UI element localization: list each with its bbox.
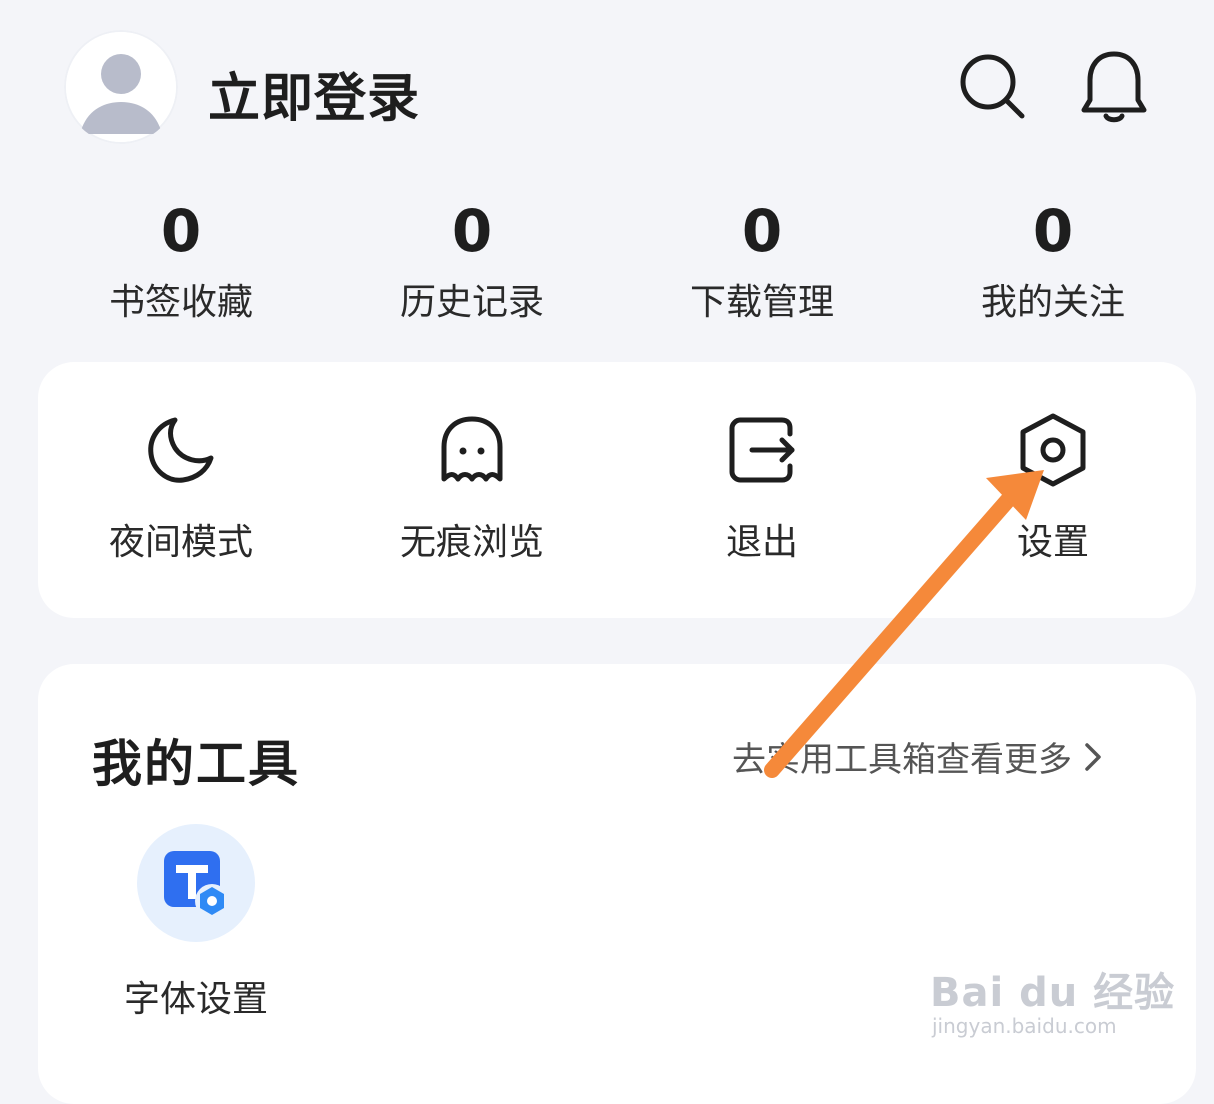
watermark-url: jingyan.baidu.com [932, 1014, 1117, 1038]
quick-action-label: 退出 [725, 522, 798, 563]
bell-icon [1081, 51, 1147, 123]
search-button[interactable] [954, 48, 1030, 124]
stat-label: 书签收藏 [108, 282, 253, 323]
stat-following[interactable]: 0 我的关注 [923, 196, 1183, 328]
stat-value: 0 [1032, 197, 1074, 265]
font-settings-tool[interactable] [137, 824, 255, 942]
tool-label: 字体设置 [123, 979, 268, 1020]
quick-action-label: 夜间模式 [108, 522, 253, 563]
search-icon [960, 54, 1025, 119]
notification-button[interactable] [1076, 48, 1152, 124]
login-button[interactable]: 立即登录 [208, 56, 420, 131]
chevron-right-icon [1085, 742, 1101, 771]
quick-action-label: 设置 [1016, 522, 1089, 563]
stat-label: 历史记录 [399, 282, 544, 323]
exit-icon [729, 417, 795, 483]
night-mode-button[interactable]: 夜间模式 [51, 410, 311, 568]
avatar[interactable] [64, 30, 178, 144]
exit-button[interactable]: 退出 [632, 410, 892, 568]
stat-value: 0 [741, 197, 783, 265]
watermark-brand: Bai du 经验 [930, 970, 1176, 1016]
ghost-icon [441, 416, 503, 482]
stat-label: 下载管理 [689, 282, 834, 323]
stat-label: 我的关注 [980, 282, 1125, 323]
incognito-button[interactable]: 无痕浏览 [342, 410, 602, 568]
tools-more-text: 去实用工具箱查看更多 [732, 740, 1072, 780]
settings-hexagon-icon [1020, 413, 1086, 487]
tools-section-title: 我的工具 [92, 735, 300, 793]
font-settings-icon [164, 851, 229, 918]
tools-more-link[interactable]: 去实用工具箱查看更多 [732, 732, 1104, 781]
avatar-icon [66, 32, 176, 142]
stat-value: 0 [451, 197, 493, 265]
quick-action-label: 无痕浏览 [399, 522, 544, 563]
moon-icon [148, 417, 214, 483]
stat-bookmarks[interactable]: 0 书签收藏 [51, 196, 311, 328]
stat-value: 0 [160, 197, 202, 265]
settings-button[interactable]: 设置 [923, 410, 1183, 568]
stat-downloads[interactable]: 0 下载管理 [632, 196, 892, 328]
stat-history[interactable]: 0 历史记录 [342, 196, 602, 328]
